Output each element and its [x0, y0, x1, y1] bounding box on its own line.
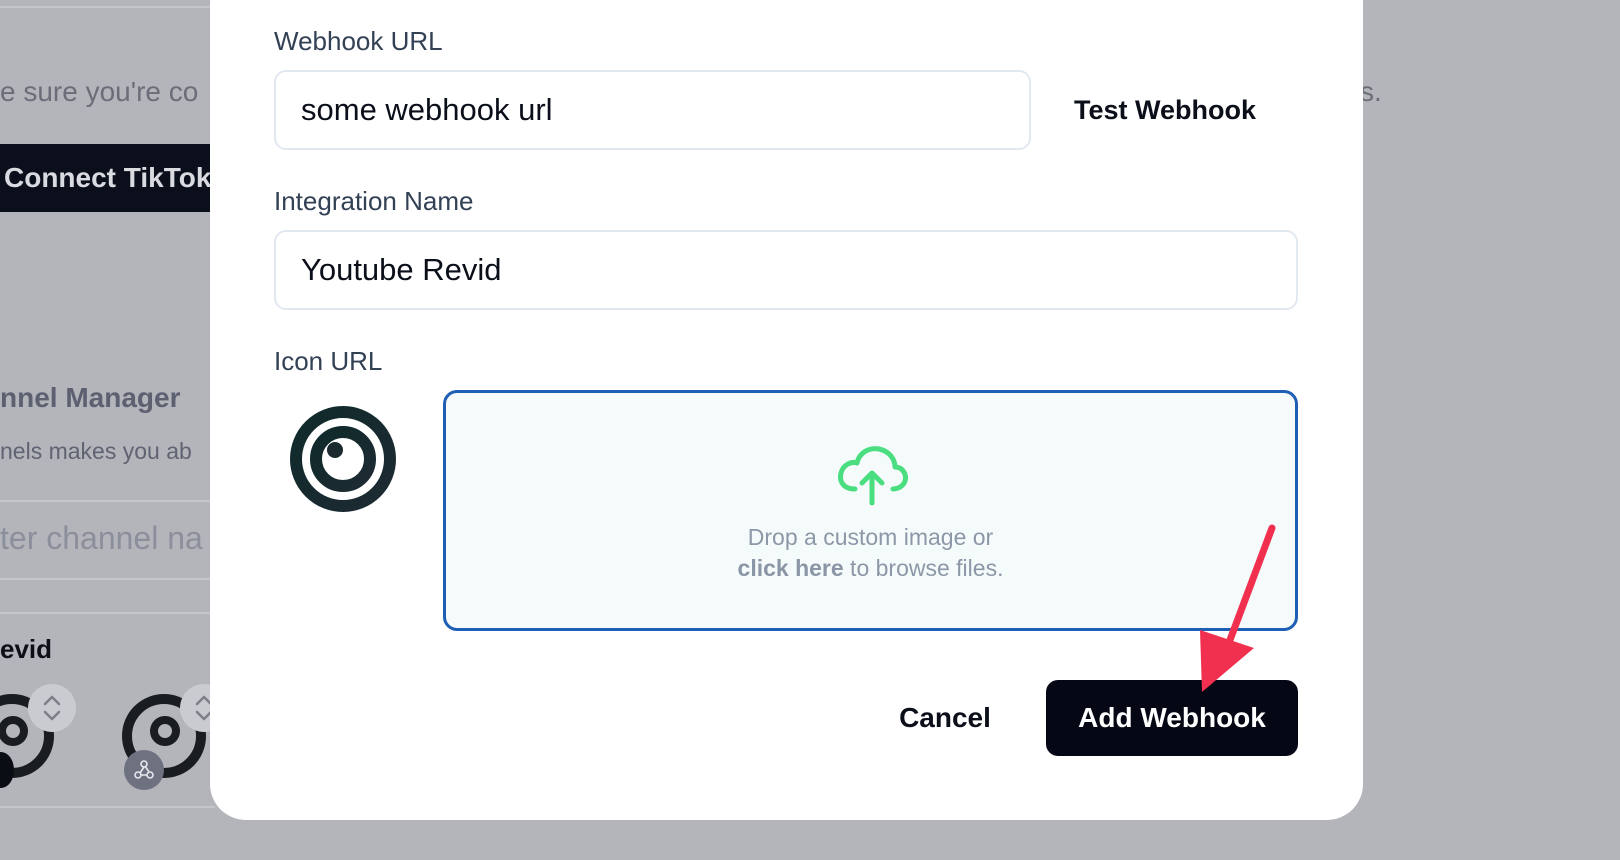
dropzone-instructions: Drop a custom image or — [747, 524, 994, 550]
webhook-icon — [134, 760, 154, 779]
avatar-pupil — [0, 716, 28, 746]
channel-manager-title: nnel Manager — [0, 382, 181, 413]
icon-dropzone[interactable]: Drop a custom image or click here to bro… — [443, 390, 1298, 631]
test-webhook-button[interactable]: Test Webhook — [1060, 86, 1270, 134]
annotation-arrow-icon — [1200, 524, 1276, 692]
integration-name-input[interactable]: Youtube Revid — [274, 230, 1298, 310]
channel-manager-description: nels makes you ab — [0, 438, 192, 464]
avatar-pupil — [150, 716, 180, 746]
reorder-handle[interactable] — [28, 684, 76, 732]
divider — [0, 612, 215, 614]
cancel-button[interactable]: Cancel — [880, 678, 1010, 758]
integration-icon-preview — [290, 406, 396, 512]
channel-name: evid — [0, 634, 53, 664]
cloud-upload-icon — [838, 446, 908, 506]
integration-name-label: Integration Name — [274, 186, 474, 216]
divider — [0, 806, 215, 808]
integration-name-value: Youtube Revid — [301, 252, 502, 287]
webhook-url-label: Webhook URL — [274, 26, 443, 56]
connect-tiktok-button[interactable]: Connect TikTok — [0, 144, 220, 212]
dropzone-browse-text: click here to browse files. — [446, 555, 1295, 582]
webhook-url-input[interactable]: some webhook url — [274, 70, 1031, 150]
dropzone-browse-rest: to browse files. — [843, 555, 1004, 581]
chevron-up-down-icon — [43, 695, 61, 721]
description-text: e sure you're co — [0, 76, 199, 107]
icon-url-label: Icon URL — [274, 346, 383, 376]
browse-files-link[interactable]: click here — [738, 555, 844, 581]
webhook-badge — [124, 750, 164, 790]
webhook-url-value: some webhook url — [301, 92, 553, 127]
channel-name-placeholder: ter channel na — [0, 520, 203, 556]
divider — [0, 6, 215, 8]
description-text-end: s. — [1360, 76, 1382, 107]
